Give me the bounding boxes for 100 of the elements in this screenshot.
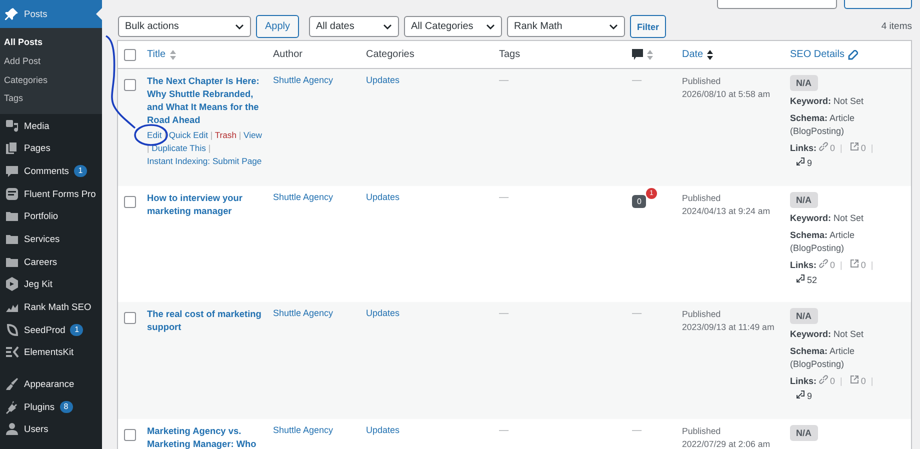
annotation-circle (134, 124, 168, 146)
checkbox[interactable] (124, 48, 136, 60)
menu-item[interactable]: Pages (0, 136, 102, 160)
menu-item[interactable]: Portfolio (0, 204, 102, 228)
empty-dash: — (632, 424, 642, 436)
post-status: Published (682, 76, 721, 86)
author-link[interactable]: Shuttle Agency (273, 308, 334, 318)
row-action-link[interactable]: Duplicate This (152, 143, 206, 153)
author-link[interactable]: Shuttle Agency (273, 424, 334, 434)
post-title-link[interactable]: Marketing Agency vs. Marketing Manager: Who (147, 424, 263, 449)
user-icon (5, 422, 19, 436)
plug-icon (5, 400, 19, 414)
checkbox[interactable] (124, 312, 136, 324)
link-count: 0 (860, 260, 866, 270)
menu-item[interactable]: SeedProd 1 (0, 318, 102, 342)
category-link[interactable]: Updates (366, 192, 400, 202)
link-count: 52 (807, 274, 818, 284)
filter-button[interactable]: Filter (630, 15, 666, 38)
links-label: Links: (790, 376, 817, 386)
column-header: Categories (366, 49, 414, 60)
separator-text: | (840, 143, 842, 153)
column-header: Author (273, 49, 302, 60)
column-header[interactable]: SEO Details (790, 49, 844, 60)
comment-count-bubble[interactable]: 0 (632, 194, 646, 208)
menu-item[interactable]: Plugins 8 (0, 395, 102, 418)
menu-item[interactable]: ElementsKit (0, 341, 102, 364)
post-status: Published (682, 426, 721, 436)
link-count: 0 (830, 260, 836, 270)
links-label: Links: (790, 260, 817, 270)
keyword-text: Keyword: Not Set (790, 95, 865, 108)
checkbox[interactable] (124, 79, 136, 91)
author-link[interactable]: Shuttle Agency (273, 192, 334, 202)
sort-icon (647, 50, 653, 60)
link-icon (819, 142, 828, 151)
row-action-link[interactable]: View (244, 130, 262, 140)
menu-item[interactable]: Users (0, 418, 102, 441)
post-title-link[interactable]: The real cost of marketing support (147, 308, 263, 334)
menu-item[interactable]: Services (0, 228, 102, 250)
post-title-link[interactable]: The Next Chapter Is Here: Why Shuttle Rebranded, and What It Means for the Road Ahead (147, 75, 263, 127)
hexagon-icon (5, 277, 19, 292)
pin-icon (5, 7, 19, 21)
submenu-item[interactable]: Tags (0, 89, 24, 108)
menu-item[interactable]: Media (0, 114, 102, 137)
link-icon (819, 258, 828, 268)
menu-item[interactable]: Jeg Kit (0, 273, 102, 296)
caret-icon (486, 24, 496, 30)
submenu-item[interactable]: All Posts (0, 33, 43, 52)
dropdown[interactable]: All Categories (404, 16, 502, 37)
leaf-icon (5, 322, 19, 337)
post-date: 2022/07/29 at 2:06 am (682, 438, 770, 448)
pencil-icon (848, 50, 858, 60)
link-count: 9 (807, 158, 812, 168)
search-button[interactable] (844, 0, 912, 9)
post-date: 2026/08/10 at 5:58 am (682, 89, 770, 99)
menu-item[interactable]: Comments 1 (0, 160, 102, 182)
checkbox[interactable] (124, 428, 136, 440)
link-count: 0 (860, 376, 866, 386)
menu-item[interactable]: Appearance (0, 364, 102, 396)
post-status: Published (682, 192, 721, 202)
category-link[interactable]: Updates (366, 424, 400, 434)
dropdown[interactable]: Rank Math (507, 16, 626, 37)
separator-text: | (210, 130, 213, 140)
keyword-text: Keyword: Not Set (790, 212, 865, 224)
item-count: 4 items (881, 21, 912, 32)
dropdown[interactable]: Bulk actions (118, 16, 251, 37)
apply-button[interactable]: Apply (256, 15, 300, 38)
submenu-item[interactable]: Add Post (0, 52, 41, 71)
checkbox[interactable] (124, 196, 136, 208)
menu-item[interactable]: Rank Math SEO (0, 296, 102, 318)
search-field[interactable] (717, 0, 837, 9)
dropdown[interactable]: All dates (309, 16, 400, 37)
caret-icon (383, 24, 392, 30)
column-header[interactable]: Title (147, 49, 166, 60)
menu-item[interactable]: Careers (0, 250, 102, 273)
links-label: Links: (790, 143, 817, 153)
row-action-link[interactable]: Instant Indexing: Submit Page (147, 156, 262, 166)
menu-item[interactable]: Posts (0, 0, 102, 28)
row-action-link[interactable]: Edit (147, 130, 162, 140)
link-count: 0 (830, 143, 836, 153)
post-date: 2023/09/13 at 11:49 am (682, 322, 774, 332)
post-status: Published (682, 309, 721, 319)
count-badge: 1 (70, 324, 84, 336)
row-action-link[interactable]: Quick Edit (168, 130, 208, 140)
incoming-link-icon (796, 157, 805, 166)
post-date: 2024/04/13 at 9:24 am (682, 206, 770, 216)
trash-link[interactable]: Trash (214, 130, 237, 140)
empty-dash: — (499, 424, 509, 436)
author-link[interactable]: Shuttle Agency (273, 75, 334, 85)
logo-icon (5, 345, 19, 360)
submenu-item[interactable]: Categories (0, 70, 48, 90)
column-header[interactable]: Date (682, 49, 704, 60)
link-count: 9 (807, 391, 812, 401)
seo-score-badge: N/A (790, 192, 818, 208)
menu-item[interactable]: Fluent Forms Pro (0, 182, 102, 205)
post-title-link[interactable]: How to interview your marketing manager (147, 192, 263, 218)
separator-text: | (208, 143, 211, 153)
category-link[interactable]: Updates (366, 308, 400, 318)
external-link-icon (850, 142, 859, 151)
comment-icon (632, 49, 643, 60)
category-link[interactable]: Updates (366, 75, 400, 85)
